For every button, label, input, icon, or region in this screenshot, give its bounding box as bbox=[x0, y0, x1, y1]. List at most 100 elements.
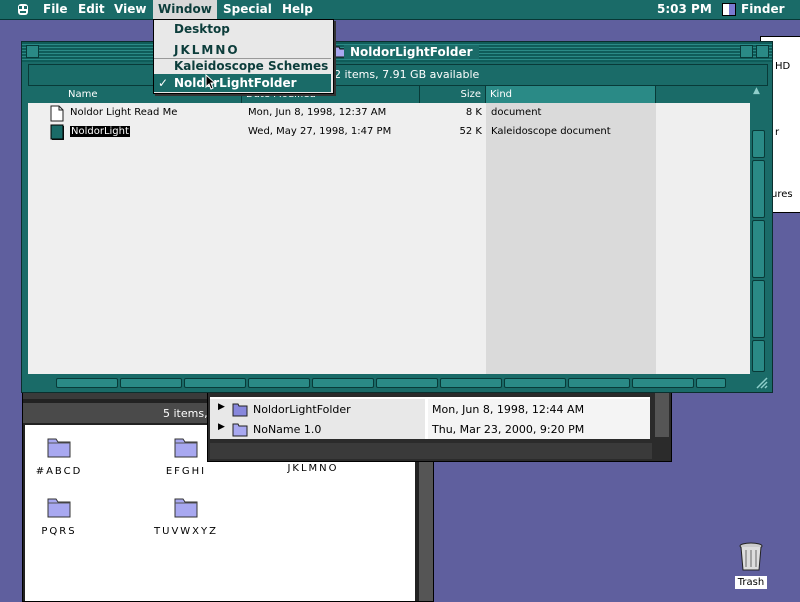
window-title: NoldorLightFolder bbox=[344, 45, 479, 59]
file-list[interactable]: Name Date Modified Size Kind Noldor Ligh… bbox=[28, 86, 750, 374]
finder-icon bbox=[722, 3, 736, 16]
file-size: 8 K bbox=[465, 107, 482, 118]
item-name: NoName 1.0 bbox=[253, 423, 322, 436]
menu-item-desktop[interactable]: Desktop bbox=[154, 20, 331, 38]
collapse-box-icon[interactable] bbox=[756, 45, 769, 58]
folder-label: #ABCD bbox=[35, 466, 83, 477]
file-size: 52 K bbox=[459, 126, 482, 137]
trash-icon bbox=[739, 542, 763, 571]
zoom-box-icon[interactable] bbox=[740, 45, 753, 58]
table-row[interactable]: Noldor Light Read Me Mon, Jun 8, 1998, 1… bbox=[28, 104, 750, 123]
document-icon bbox=[50, 105, 64, 122]
vertical-scrollbar[interactable]: ▲ bbox=[750, 86, 766, 374]
item-name: NoldorLightFolder bbox=[253, 403, 351, 416]
background-list-window[interactable]: ▶ NoldorLightFolder Mon, Jun 8, 1998, 12… bbox=[207, 382, 672, 462]
menu-window[interactable]: Window bbox=[153, 0, 217, 19]
file-name: Noldor Light Read Me bbox=[70, 107, 178, 118]
finder-window-noldorlightfolder[interactable]: NoldorLightFolder 2 items, 7.91 GB avail… bbox=[21, 41, 773, 393]
window-title-bar[interactable]: NoldorLightFolder bbox=[22, 42, 772, 62]
date-cell: Thu, Mar 23, 2000, 9:20 PM bbox=[428, 419, 650, 439]
item-date: Mon, Jun 8, 1998, 12:44 AM bbox=[432, 403, 585, 416]
scroll-track-segment[interactable] bbox=[752, 280, 765, 338]
window-info-text: 2 items, 7.91 GB available bbox=[334, 68, 480, 81]
horizontal-scrollbar[interactable] bbox=[210, 443, 652, 459]
menu-item-noldorlightfolder[interactable]: ✓ NoldorLightFolder bbox=[154, 74, 331, 92]
menu-special[interactable]: Special bbox=[223, 0, 272, 19]
column-kind[interactable]: Kind bbox=[486, 86, 656, 103]
window-info-bar: 2 items, 7.91 GB available bbox=[28, 64, 768, 86]
folder-icon bbox=[174, 498, 198, 518]
menu-item-label: NoldorLightFolder bbox=[174, 76, 297, 90]
scroll-track-segment[interactable] bbox=[440, 378, 502, 388]
apple-menu-icon[interactable] bbox=[15, 2, 31, 17]
name-cell: ▶ NoldorLightFolder bbox=[210, 399, 425, 419]
folder-icon bbox=[47, 498, 71, 518]
resize-grip-icon[interactable] bbox=[755, 376, 769, 390]
menu-help[interactable]: Help bbox=[282, 0, 313, 19]
file-kind: document bbox=[491, 107, 542, 118]
list-item[interactable]: ▶ NoldorLightFolder Mon, Jun 8, 1998, 12… bbox=[210, 399, 650, 419]
name-cell: ▶ NoName 1.0 bbox=[210, 419, 425, 439]
trash[interactable]: Trash bbox=[733, 540, 769, 589]
scroll-track-segment[interactable] bbox=[752, 220, 765, 278]
scroll-track-segment[interactable] bbox=[248, 378, 310, 388]
menu-file[interactable]: File bbox=[43, 0, 68, 19]
list-pane: ▶ NoldorLightFolder Mon, Jun 8, 1998, 12… bbox=[210, 397, 650, 439]
scroll-track-segment[interactable] bbox=[56, 378, 118, 388]
scroll-track-segment[interactable] bbox=[184, 378, 246, 388]
file-date: Wed, May 27, 1998, 1:47 PM bbox=[248, 126, 392, 137]
menubar-clock[interactable]: 5:03 PM bbox=[657, 0, 712, 19]
folder-label: TUVWXYZ bbox=[154, 526, 218, 537]
scroll-track-segment[interactable] bbox=[312, 378, 374, 388]
scroll-track-segment[interactable] bbox=[696, 378, 726, 388]
column-header: Name Date Modified Size Kind bbox=[28, 86, 750, 103]
file-name-selected[interactable]: NoldorLight bbox=[70, 126, 130, 137]
folder-icon bbox=[232, 403, 248, 417]
file-date: Mon, Jun 8, 1998, 12:37 AM bbox=[248, 107, 387, 118]
scroll-track-segment[interactable] bbox=[752, 340, 765, 372]
disclosure-triangle-icon[interactable]: ▶ bbox=[218, 402, 225, 412]
edge-label-hd: HD bbox=[775, 61, 791, 72]
scroll-track-segment[interactable] bbox=[376, 378, 438, 388]
checkmark-icon: ✓ bbox=[158, 76, 169, 90]
edge-label-r: r bbox=[775, 127, 780, 138]
application-menu[interactable]: Finder bbox=[741, 0, 785, 19]
file-kind: Kaleidoscope document bbox=[491, 126, 611, 137]
vertical-scrollbar[interactable] bbox=[655, 389, 669, 437]
menu-view[interactable]: View bbox=[114, 0, 146, 19]
kind-column-highlight bbox=[486, 103, 656, 374]
scroll-track-segment[interactable] bbox=[632, 378, 694, 388]
item-date: Thu, Mar 23, 2000, 9:20 PM bbox=[432, 423, 585, 436]
folder-icon bbox=[174, 438, 198, 458]
folder-label: PQRS bbox=[41, 526, 77, 537]
scroll-track-segment[interactable] bbox=[120, 378, 182, 388]
close-box-icon[interactable] bbox=[26, 45, 39, 58]
scroll-track-segment[interactable] bbox=[568, 378, 630, 388]
scroll-track-segment[interactable] bbox=[504, 378, 566, 388]
folder-icon bbox=[47, 438, 71, 458]
window-info-text: 5 items, bbox=[163, 407, 208, 420]
edge-label-ures: ures bbox=[771, 189, 793, 200]
menu-bar: File Edit View Window Special Help 5:03 … bbox=[0, 0, 800, 20]
menu-item-kaleidoscope-schemes[interactable]: Kaleidoscope Schemes bbox=[154, 57, 331, 75]
list-item[interactable]: ▶ NoName 1.0 Thu, Mar 23, 2000, 9:20 PM bbox=[210, 419, 650, 439]
menu-edit[interactable]: Edit bbox=[78, 0, 105, 19]
folder-icon bbox=[232, 423, 248, 437]
folder-label: JKLMNO bbox=[287, 463, 339, 474]
window-menu-dropdown: Desktop JKLMNO Kaleidoscope Schemes ✓ No… bbox=[153, 19, 334, 94]
trash-label: Trash bbox=[734, 576, 768, 589]
date-cell: Mon, Jun 8, 1998, 12:44 AM bbox=[428, 399, 650, 419]
folder-pqrs[interactable]: PQRS bbox=[19, 493, 99, 537]
kaleidoscope-document-icon bbox=[50, 124, 64, 140]
scroll-up-arrow-icon[interactable]: ▲ bbox=[753, 86, 760, 96]
folder-tuvwxyz[interactable]: TUVWXYZ bbox=[146, 493, 226, 537]
folder-abcd[interactable]: #ABCD bbox=[19, 433, 99, 477]
horizontal-scrollbar[interactable] bbox=[28, 376, 750, 390]
table-row[interactable]: NoldorLight Wed, May 27, 1998, 1:47 PM 5… bbox=[28, 123, 750, 142]
scroll-track-segment[interactable] bbox=[752, 130, 765, 158]
disclosure-triangle-icon[interactable]: ▶ bbox=[218, 422, 225, 432]
scroll-track-segment[interactable] bbox=[752, 160, 765, 218]
folder-label: EFGHI bbox=[165, 466, 207, 477]
mouse-pointer-icon bbox=[205, 74, 215, 90]
column-size[interactable]: Size bbox=[420, 86, 486, 103]
